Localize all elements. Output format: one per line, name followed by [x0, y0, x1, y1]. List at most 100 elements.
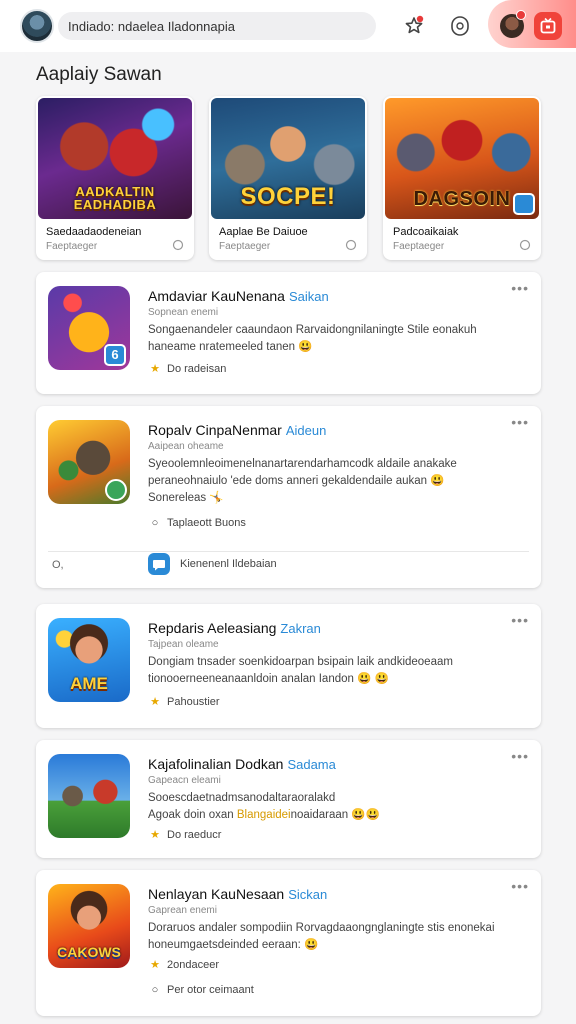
heart-icon[interactable]: [345, 239, 357, 251]
divider: [48, 551, 529, 552]
star-icon: ★: [150, 959, 160, 971]
profile-avatar[interactable]: [20, 9, 54, 43]
post-card[interactable]: CAKOWS Nenlayan KauNesaan Sickan Gaprean …: [36, 870, 541, 1016]
post-meta: Aaipean oheame: [148, 441, 224, 452]
circle-outline-icon[interactable]: [448, 14, 472, 38]
post-title[interactable]: Nenlayan KauNesaan: [148, 886, 284, 902]
featured-sub: Faeptaeger: [46, 241, 98, 252]
radio-option[interactable]: ○ Per otor ceimaant: [148, 984, 254, 996]
more-options-icon[interactable]: •••: [511, 878, 529, 894]
search-bar[interactable]: Indiado: ndaelea Iladonnapia: [58, 12, 376, 40]
featured-name: Padcoaikaiak: [393, 226, 459, 238]
post-title[interactable]: Amdaviar KauNenana: [148, 288, 285, 304]
app-badge-icon: [513, 193, 535, 215]
radio-option[interactable]: ○ Taplaeott Buons: [148, 517, 246, 529]
post-description: Sooescdaetnadmsanodaltaraoralakd Agoak d…: [148, 790, 533, 824]
post-description: Songaenandeler caaundaon Rarvaidongnilan…: [148, 322, 533, 356]
reply-label[interactable]: Kienenenl Ildebaian: [180, 558, 277, 570]
post-desc-line: Dongiam tnsader soenkidoarpan bsipain la…: [148, 656, 453, 668]
post-title[interactable]: Kajafolinalian Dodkan: [148, 756, 283, 772]
search-query-text: Indiado: ndaelea Iladonnapia: [68, 19, 235, 34]
post-stat-label: 2ondaceer: [167, 959, 219, 971]
radio-circle-icon: ○: [151, 984, 159, 996]
post-tag[interactable]: Aideun: [286, 423, 326, 438]
featured-card[interactable]: DAGSOIN Padcoaikaiak Faeptaeger: [383, 96, 541, 260]
post-title-row: Repdaris Aeleasiang Zakran: [148, 620, 321, 638]
post-meta: Tajpean oleame: [148, 639, 219, 650]
game-icon-wordmark: CAKOWS: [57, 944, 121, 960]
featured-name: Saedaadaodeneian: [46, 226, 142, 238]
post-desc-line: tionooerneeneanaanldoin analan Iandon 😃 …: [148, 673, 389, 685]
post-desc-line: Songaenandeler caaundaon Rarvaidongnilan…: [148, 324, 477, 336]
app-badge-icon: 6: [104, 344, 126, 366]
post-desc-line: Sooescdaetnadmsanodaltaraoralakd: [148, 792, 336, 804]
post-stat: ★ Do radeisan: [148, 362, 226, 375]
more-options-icon[interactable]: •••: [511, 414, 529, 430]
post-desc-line: honeumgaetsdeinded eeraan: 😃: [148, 939, 319, 951]
featured-art-title: SOCPE!: [240, 183, 336, 210]
post-description: Dongiam tnsader soenkidoarpan bsipain la…: [148, 654, 533, 688]
post-meta: Sopnean enemi: [148, 307, 219, 318]
post-description: Doraruos andaler sompodiin Rorvagdaaongn…: [148, 920, 533, 954]
featured-art: AADKALTIN EADHADIBA: [38, 98, 192, 219]
star-badge-icon[interactable]: [402, 14, 426, 38]
featured-sub: Faeptaeger: [393, 241, 445, 252]
more-options-icon[interactable]: •••: [511, 280, 529, 296]
game-icon: AME: [48, 618, 130, 702]
post-desc-line: peraneohnaiulo 'ede doms anneri gekalden…: [148, 475, 445, 487]
post-desc-line: Doraruos andaler sompodiin Rorvagdaaongn…: [148, 922, 495, 934]
heart-icon[interactable]: [519, 239, 531, 251]
post-description: Syeoolemnleoimenelnanartarendarhamcodk a…: [148, 456, 533, 507]
post-tag[interactable]: Zakran: [280, 621, 320, 636]
post-title[interactable]: Ropalv CinpaNenmar: [148, 422, 282, 438]
post-stat-label: Do raeducr: [167, 829, 222, 841]
post-card[interactable]: Ropalv CinpaNenmar Aideun Aaipean oheame …: [36, 406, 541, 588]
reply-button[interactable]: [148, 553, 170, 575]
more-options-icon[interactable]: •••: [511, 748, 529, 764]
post-title-row: Amdaviar KauNenana Saikan: [148, 288, 329, 306]
featured-name: Aaplae Be Daiuoe: [219, 226, 308, 238]
featured-card[interactable]: SOCPE! Aaplae Be Daiuoe Faeptaeger: [209, 96, 367, 260]
game-icon: [48, 754, 130, 838]
post-card[interactable]: AME Repdaris Aeleasiang Zakran Tajpean ol…: [36, 604, 541, 728]
post-desc-line: Sonereleas 🤸: [148, 492, 224, 504]
post-card[interactable]: 6 Amdaviar KauNenana Saikan Sopnean enemi…: [36, 272, 541, 394]
post-desc-line: Agoak doin oxan Blangaideinoaidaraan 😃😃: [148, 807, 533, 824]
post-stat-label: Pahoustier: [167, 696, 220, 708]
post-title-row: Kajafolinalian Dodkan Sadama: [148, 756, 336, 774]
top-bar: Indiado: ndaelea Iladonnapia: [0, 0, 576, 52]
post-meta: Gapeacn eleami: [148, 775, 221, 786]
post-title[interactable]: Repdaris Aeleasiang: [148, 620, 276, 636]
radio-option-label: Per otor ceimaant: [167, 984, 254, 996]
post-footer-left: O,: [52, 559, 64, 571]
post-desc-text: noaidaraan 😃😃: [290, 809, 380, 821]
live-tv-button[interactable]: [534, 12, 562, 40]
post-stat: ★ Do raeducr: [148, 828, 221, 841]
post-tag[interactable]: Sickan: [288, 887, 327, 902]
post-meta: Gaprean enemi: [148, 905, 217, 916]
app-badge-icon: [105, 479, 127, 501]
game-icon: CAKOWS: [48, 884, 130, 968]
featured-sub: Faeptaeger: [219, 241, 271, 252]
post-desc-line: Syeoolemnleoimenelnanartarendarhamcodk a…: [148, 458, 457, 470]
heart-icon[interactable]: [172, 239, 184, 251]
featured-art-title: AADKALTIN EADHADIBA: [73, 184, 157, 212]
post-tag[interactable]: Saikan: [289, 289, 329, 304]
post-tag[interactable]: Sadama: [287, 757, 335, 772]
game-icon: 6: [48, 286, 130, 370]
more-options-icon[interactable]: •••: [511, 612, 529, 628]
radio-circle-icon: ○: [151, 517, 159, 529]
post-title-row: Nenlayan KauNesaan Sickan: [148, 886, 327, 904]
game-icon: [48, 420, 130, 504]
chat-bubble-icon: [153, 560, 165, 571]
post-card[interactable]: Kajafolinalian Dodkan Sadama Gapeacn elea…: [36, 740, 541, 858]
featured-art: SOCPE!: [211, 98, 365, 219]
post-stat-label: Do radeisan: [167, 363, 227, 375]
post-desc-text: Agoak doin oxan: [148, 809, 234, 821]
star-icon: ★: [150, 363, 160, 375]
radio-option-label: Taplaeott Buons: [167, 517, 246, 529]
featured-art: DAGSOIN: [385, 98, 539, 219]
post-desc-line: haneame nratemeeled tanen 😃: [148, 341, 313, 353]
featured-card[interactable]: AADKALTIN EADHADIBA Saedaadaodeneian Fae…: [36, 96, 194, 260]
post-title-row: Ropalv CinpaNenmar Aideun: [148, 422, 326, 440]
